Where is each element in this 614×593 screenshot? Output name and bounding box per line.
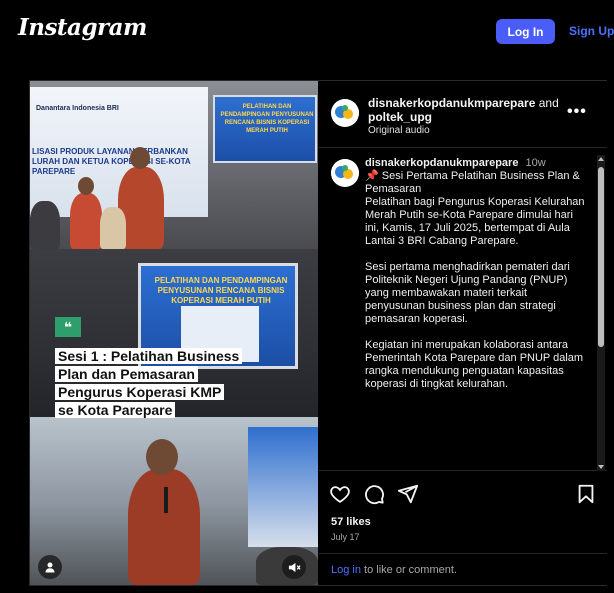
attendee-figure-3 xyxy=(100,207,126,249)
mute-button[interactable] xyxy=(282,555,306,579)
post-sidebar: disnakerkopdanukmparepare and poltek_upg… xyxy=(319,81,607,585)
media-panel-bottom xyxy=(30,417,318,585)
screen-mid-text: PELATIHAN DAN PENDAMPINGAN PENYUSUNAN RE… xyxy=(154,276,288,305)
scroll-down-arrow-icon[interactable] xyxy=(598,465,604,469)
caption-gap xyxy=(365,326,587,339)
presenter-head xyxy=(130,147,150,169)
caption-paragraph-4: Kegiatan ini merupakan kolaborasi antara… xyxy=(365,339,584,390)
banner-brand: Danantara Indonesia BRI xyxy=(36,105,119,112)
attendee-figure xyxy=(70,193,102,249)
side-banner xyxy=(248,427,318,547)
post-header: disnakerkopdanukmparepare and poltek_upg… xyxy=(319,81,607,148)
user-icon xyxy=(45,562,55,573)
banner-text: LISASI PRODUK LAYANAN PERBANKAN LURAH DA… xyxy=(32,147,191,176)
author-avatar[interactable] xyxy=(331,99,359,127)
action-bar xyxy=(319,473,607,513)
post-date[interactable]: July 17 xyxy=(331,532,360,542)
top-navbar: Instagram Log In Sign Up xyxy=(0,0,614,64)
caption-paragraph-2: Pelatihan bagi Pengurus Koperasi Kelurah… xyxy=(365,196,585,247)
login-prompt-text: to like or comment. xyxy=(360,564,457,576)
attendee-head xyxy=(78,177,94,195)
avatar-logo-icon xyxy=(331,159,359,187)
comment-icon[interactable] xyxy=(363,483,385,505)
projector-screen-top: PELATIHAN DAN PENDAMPINGAN PENYUSUNAN RE… xyxy=(213,95,317,163)
avatar-logo-icon xyxy=(331,99,359,127)
quote-icon: ❝ xyxy=(55,317,81,337)
caption-paragraph-1: 📌 Sesi Pertama Pelatihan Business Plan &… xyxy=(365,170,580,195)
signup-link[interactable]: Sign Up xyxy=(569,24,614,38)
share-icon[interactable] xyxy=(397,483,419,505)
caption-line-1: Sesi 1 : Pelatihan Business xyxy=(55,348,243,364)
bookmark-icon[interactable] xyxy=(575,483,597,505)
caption-username[interactable]: disnakerkopdanukmparepare xyxy=(365,157,518,169)
likes-count[interactable]: 57 likes xyxy=(331,516,371,528)
post-authors: disnakerkopdanukmparepare and poltek_upg xyxy=(368,96,568,124)
caption-text: disnakerkopdanukmparepare 10w 📌 Sesi Per… xyxy=(365,157,587,391)
heart-icon[interactable] xyxy=(329,483,351,505)
more-options-icon[interactable]: ••• xyxy=(567,103,587,121)
post-media-video[interactable]: Danantara Indonesia BRI LISASI PRODUK LA… xyxy=(30,81,318,585)
attendee-figure-2 xyxy=(30,201,60,249)
login-link[interactable]: Log in xyxy=(331,564,361,576)
caption-paragraph-3: Sesi pertama menghadirkan pemateri dari … xyxy=(365,261,570,325)
scroll-up-arrow-icon[interactable] xyxy=(598,157,604,161)
post-dialog: Danantara Indonesia BRI LISASI PRODUK LA… xyxy=(29,80,607,586)
caption-line-3: Pengurus Koperasi KMP xyxy=(55,384,225,400)
and-text: and xyxy=(538,96,559,110)
caption-line-4: se Kota Parepare xyxy=(55,402,176,418)
instagram-logo[interactable]: Instagram xyxy=(18,14,147,41)
collaborator-username[interactable]: poltek_upg xyxy=(368,110,432,124)
microphone xyxy=(164,487,168,513)
speaker-muted-icon xyxy=(288,562,301,572)
original-audio-link[interactable]: Original audio xyxy=(368,125,430,136)
caption-gap xyxy=(365,248,587,261)
login-button[interactable]: Log In xyxy=(496,19,555,44)
caption-author-avatar[interactable] xyxy=(331,159,359,187)
speaker-head xyxy=(146,439,178,475)
author-username[interactable]: disnakerkopdanukmparepare xyxy=(368,96,535,110)
caption-area: disnakerkopdanukmparepare 10w 📌 Sesi Per… xyxy=(319,149,607,471)
login-prompt: Log in to like or comment. xyxy=(319,553,607,585)
screen-top-text: PELATIHAN DAN PENDAMPINGAN PENYUSUNAN RE… xyxy=(220,104,314,134)
tagged-user-button[interactable] xyxy=(38,555,62,579)
caption-line-2: Plan dan Pemasaran xyxy=(55,366,198,382)
scrollbar-thumb[interactable] xyxy=(598,167,604,347)
caption-time[interactable]: 10w xyxy=(526,157,546,169)
media-panel-top: Danantara Indonesia BRI LISASI PRODUK LA… xyxy=(30,81,318,249)
